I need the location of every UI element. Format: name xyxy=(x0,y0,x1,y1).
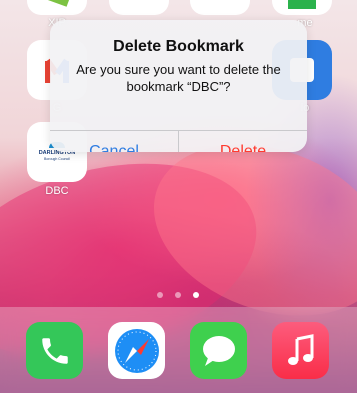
delete-bookmark-alert: Delete Bookmark Are you sure you want to… xyxy=(50,20,307,152)
home-screen: XIP me G lo DARLINGTON Borough Council D… xyxy=(0,0,357,393)
cancel-button[interactable]: Cancel xyxy=(50,131,178,152)
alert-title: Delete Bookmark xyxy=(113,38,244,55)
delete-button[interactable]: Delete xyxy=(179,131,307,152)
alert-message: Are you sure you want to delete the book… xyxy=(76,62,281,94)
